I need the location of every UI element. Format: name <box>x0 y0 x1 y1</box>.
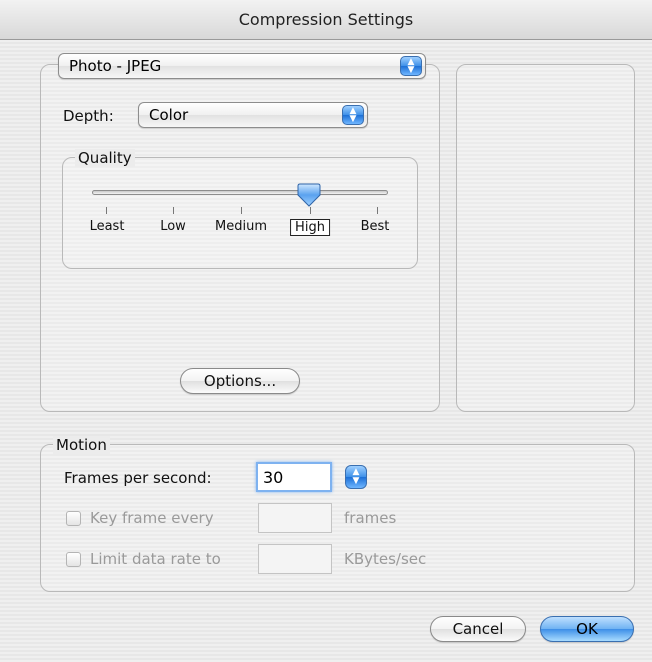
tick-medium <box>241 207 242 214</box>
tick-label-medium[interactable]: Medium <box>215 219 267 234</box>
popup-arrows-icon: ▲ ▼ <box>400 56 422 76</box>
limit-data-rate-checkbox[interactable] <box>66 552 81 567</box>
quality-slider-thumb[interactable] <box>297 182 321 208</box>
tick-label-least[interactable]: Least <box>90 219 125 234</box>
quality-slider-track[interactable] <box>92 190 388 195</box>
preview-box <box>456 64 635 412</box>
depth-popup[interactable]: Color ▲ ▼ <box>138 102 368 128</box>
key-frame-checkbox[interactable] <box>66 511 81 526</box>
tick-high <box>310 207 311 214</box>
limit-data-rate-field[interactable] <box>258 544 332 574</box>
cancel-button[interactable]: Cancel <box>430 616 526 642</box>
compressor-popup[interactable]: Photo - JPEG ▲ ▼ <box>58 53 426 79</box>
limit-data-rate-unit: KBytes/sec <box>344 550 427 568</box>
fps-label: Frames per second: <box>64 469 212 487</box>
tick-best <box>377 207 378 214</box>
key-frame-unit: frames <box>344 509 397 527</box>
tick-label-low[interactable]: Low <box>160 219 186 234</box>
tick-low <box>173 207 174 214</box>
limit-data-rate-label: Limit data rate to <box>90 550 221 568</box>
window-title: Compression Settings <box>238 10 414 29</box>
options-button[interactable]: Options... <box>180 368 300 394</box>
quality-group <box>62 157 418 269</box>
quality-label: Quality <box>75 149 135 167</box>
depth-popup-label: Color <box>149 106 189 124</box>
tick-label-high[interactable]: High <box>290 219 330 236</box>
title-bar: Compression Settings <box>0 0 652 40</box>
depth-label: Depth: <box>63 107 114 125</box>
fps-field[interactable]: 30 <box>256 462 332 492</box>
compressor-popup-label: Photo - JPEG <box>69 57 162 75</box>
ok-button[interactable]: OK <box>540 616 634 642</box>
motion-label: Motion <box>53 436 110 454</box>
tick-label-best[interactable]: Best <box>361 219 390 234</box>
stepper-icon[interactable]: ▲ ▼ <box>345 465 367 489</box>
key-frame-label: Key frame every <box>90 509 214 527</box>
popup-arrows-icon: ▲ ▼ <box>342 105 364 125</box>
tick-least <box>106 207 107 214</box>
key-frame-field[interactable] <box>258 503 332 533</box>
